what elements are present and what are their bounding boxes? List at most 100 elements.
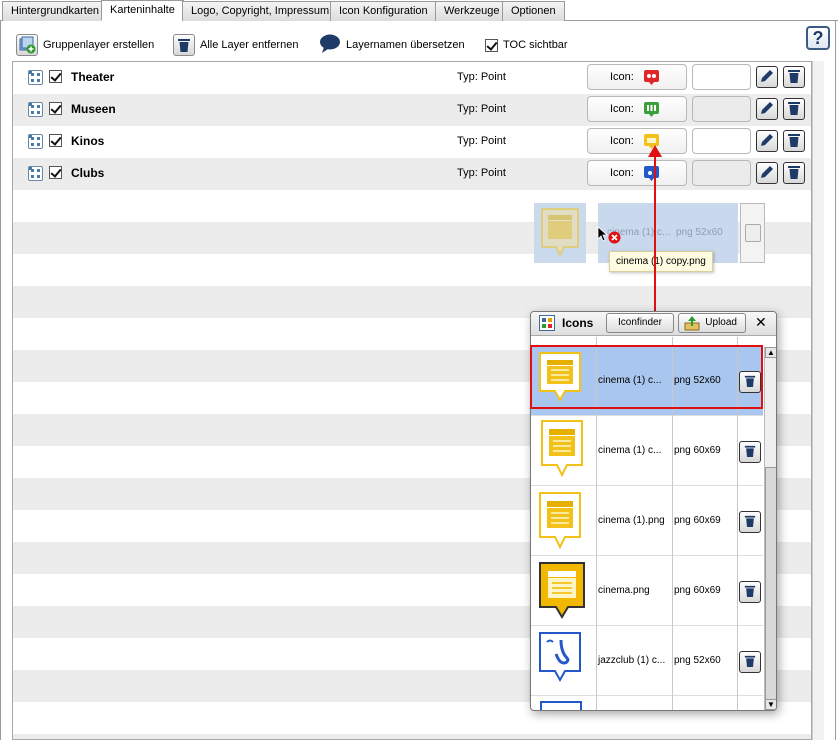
tab-optionen[interactable]: Optionen — [502, 1, 565, 21]
trash-icon — [744, 584, 756, 601]
icons-panel-header: Icons Iconfinder Upload ✕ — [531, 312, 776, 336]
layer-type: Typ: Point — [457, 135, 506, 147]
drag-ghost-delete — [740, 203, 765, 263]
tab-karteninhalte[interactable]: Karteninhalte — [101, 0, 184, 21]
speech-bubble-icon — [319, 34, 341, 57]
edit-layer-button[interactable] — [756, 66, 778, 88]
layer-type: Typ: Point — [457, 71, 506, 83]
drag-ghost-icon — [534, 203, 586, 263]
toc-visible-toggle[interactable]: TOC sichtbar — [485, 34, 568, 56]
delete-layer-button[interactable] — [783, 130, 805, 152]
layer-name: Clubs — [71, 166, 105, 180]
icon-file-format: png 52x60 — [674, 655, 721, 666]
layer-visible-checkbox[interactable] — [49, 134, 62, 147]
delete-icon-button[interactable] — [739, 511, 761, 533]
icon-file-format: png 60x69 — [674, 585, 721, 596]
delete-layer-button[interactable] — [783, 162, 805, 184]
layer-icon-field[interactable] — [692, 96, 751, 122]
icon-list-item[interactable]: cinema.png png 60x69 — [531, 556, 763, 626]
iconfinder-button[interactable]: Iconfinder — [606, 313, 674, 333]
layer-visible-checkbox[interactable] — [49, 166, 62, 179]
trash-icon — [744, 514, 756, 531]
icon-list-item[interactable]: cinema (1).png png 60x69 — [531, 486, 763, 556]
drag-tooltip: cinema (1) copy.png — [609, 251, 713, 272]
icon-file-name: cinema (1).png — [598, 515, 665, 526]
delete-icon-button[interactable] — [739, 651, 761, 673]
delete-layer-button[interactable] — [783, 66, 805, 88]
pencil-icon — [759, 164, 775, 183]
tab-icon-konfiguration[interactable]: Icon Konfiguration — [330, 1, 437, 21]
translate-names-button[interactable]: Layernamen übersetzen — [319, 34, 465, 56]
museum-marker-icon — [644, 102, 659, 117]
layer-icon-button[interactable]: Icon: — [587, 160, 687, 186]
tab-bar: Hintergrundkarten Karteninhalte Logo, Co… — [0, 0, 838, 21]
drag-handle-icon[interactable] — [28, 102, 43, 117]
trash-icon — [744, 444, 756, 461]
layer-icon-button[interactable]: Icon: — [587, 96, 687, 122]
edit-layer-button[interactable] — [756, 162, 778, 184]
drag-handle-icon[interactable] — [28, 70, 43, 85]
pencil-icon — [759, 132, 775, 151]
layer-name: Theater — [71, 70, 115, 84]
trash-icon — [745, 224, 761, 242]
trash-icon — [787, 132, 801, 151]
remove-all-button[interactable]: Alle Layer entfernen — [173, 34, 298, 56]
drag-handle-icon[interactable] — [28, 134, 43, 149]
layer-list-scrollbar[interactable] — [812, 61, 824, 740]
layer-icon-button[interactable]: Icon: — [587, 64, 687, 90]
icon-list-item[interactable] — [531, 696, 763, 710]
edit-layer-button[interactable] — [756, 98, 778, 120]
toc-checkbox[interactable] — [485, 38, 498, 52]
icon-list-item[interactable]: cinema (1) c... png 60x69 — [531, 416, 763, 486]
help-button[interactable]: ? — [806, 26, 830, 50]
icon-list-item[interactable]: jazzclub (1) c... png 52x60 — [531, 626, 763, 696]
add-group-button[interactable]: Gruppenlayer erstellen — [16, 34, 154, 56]
icons-panel-title: Icons — [562, 316, 594, 330]
toc-visible-label: TOC sichtbar — [503, 39, 568, 51]
theater-marker-icon — [644, 70, 659, 85]
drag-handle-icon[interactable] — [28, 166, 43, 181]
pencil-icon — [759, 100, 775, 119]
edit-layer-button[interactable] — [756, 130, 778, 152]
icon-file-format: png 60x69 — [674, 515, 721, 526]
partial-icon — [539, 700, 583, 710]
scroll-down-icon[interactable]: ▼ — [765, 699, 776, 710]
layer-visible-checkbox[interactable] — [49, 102, 62, 115]
layer-name: Museen — [71, 102, 116, 116]
tab-hintergrundkarten[interactable]: Hintergrundkarten — [2, 1, 109, 21]
trash-icon — [787, 100, 801, 119]
layer-visible-checkbox[interactable] — [49, 70, 62, 83]
cinema-icon — [539, 418, 585, 483]
layer-type: Typ: Point — [457, 103, 506, 115]
icon-file-name: cinema (1) c... — [598, 445, 662, 456]
pencil-icon — [759, 68, 775, 87]
delete-icon-button[interactable] — [739, 581, 761, 603]
layer-row-museen: Museen Typ: Point Icon: — [12, 93, 812, 125]
selection-highlight — [530, 345, 763, 409]
icon-label: Icon: — [610, 71, 634, 83]
layer-row-theater: Theater Typ: Point Icon: — [12, 61, 812, 93]
tab-werkzeuge[interactable]: Werkzeuge — [435, 1, 509, 21]
arrow-up-icon — [648, 145, 662, 160]
translate-names-label: Layernamen übersetzen — [346, 39, 465, 51]
tab-logo-copyright[interactable]: Logo, Copyright, Impressum — [182, 1, 339, 21]
delete-icon-button[interactable] — [739, 441, 761, 463]
layer-icon-field[interactable] — [692, 64, 751, 90]
scroll-up-icon[interactable]: ▲ — [765, 347, 776, 358]
trash-icon — [744, 654, 756, 671]
scroll-thumb[interactable] — [765, 467, 776, 707]
remove-all-label: Alle Layer entfernen — [200, 39, 299, 51]
layer-icon-field[interactable] — [692, 160, 751, 186]
layer-row-clubs: Clubs Typ: Point Icon: — [12, 157, 812, 189]
layer-icon-button[interactable]: Icon: — [587, 128, 687, 154]
layer-name: Kinos — [71, 134, 105, 148]
drag-ghost-format: png 52x60 — [676, 227, 723, 238]
delete-layer-button[interactable] — [783, 98, 805, 120]
trash-icon — [787, 68, 801, 87]
icons-list-scrollbar[interactable]: ▲ ▼ — [764, 347, 776, 710]
layer-icon-field[interactable] — [692, 128, 751, 154]
close-icon[interactable]: ✕ — [755, 314, 767, 331]
icon-file-name: jazzclub (1) c... — [598, 655, 666, 666]
trash-icon — [787, 164, 801, 183]
upload-button[interactable]: Upload — [678, 313, 746, 333]
